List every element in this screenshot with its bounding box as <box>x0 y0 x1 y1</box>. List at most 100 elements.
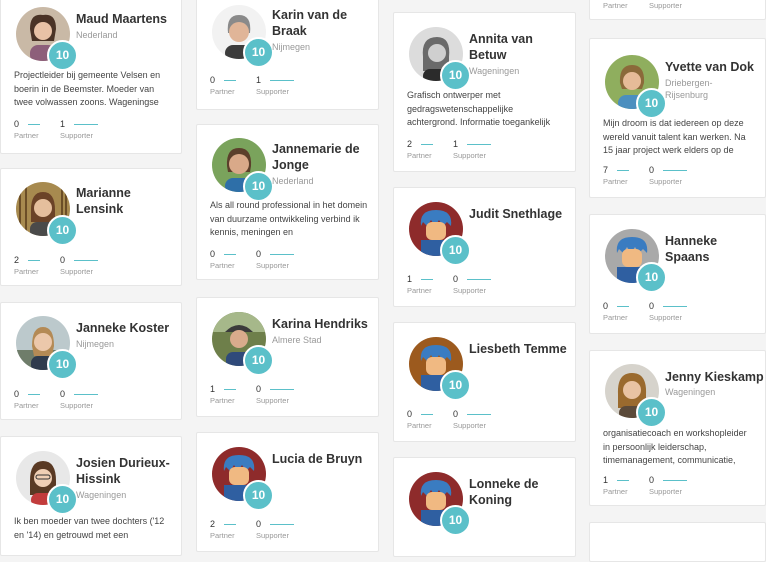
partner-label: Partner <box>14 267 39 276</box>
partner-count: 0 <box>603 301 609 311</box>
member-location: Nijmegen <box>76 339 115 349</box>
supporter-label: Supporter <box>649 177 682 186</box>
partner-stat: 0 Partner <box>603 301 629 322</box>
supporter-label: Supporter <box>60 131 93 140</box>
member-name[interactable]: Jannemarie de Jonge <box>272 141 372 173</box>
partner-label: Partner <box>603 177 628 186</box>
partner-label: Partner <box>210 261 235 270</box>
supporter-label: Supporter <box>649 313 682 322</box>
member-card[interactable]: 10 Jenny Kieskamp Wageningen organisatie… <box>589 350 766 506</box>
member-name[interactable]: Jenny Kieskamp <box>665 369 765 385</box>
supporter-count: 0 <box>60 389 66 399</box>
member-name[interactable]: Lucia de Bruyn <box>272 451 372 467</box>
member-card[interactable]: 10 Hanneke Spaans 0 Partner 0 Supporter <box>589 214 766 334</box>
member-card[interactable]: 10 Lucia de Bruyn 2 Partner 0 Supporter <box>196 432 379 552</box>
score-badge: 10 <box>440 60 471 91</box>
member-card[interactable]: 10 Yvette van Dok Driebergen-Rijsenburg … <box>589 38 766 198</box>
member-card[interactable]: 10 Liesbeth Temme 0 Partner 0 Supporter <box>393 322 576 442</box>
partner-label: Partner <box>603 487 628 496</box>
supporter-stat: 0 Supporter <box>256 519 294 540</box>
partner-count: 2 <box>407 139 413 149</box>
partner-count: 1 <box>603 475 609 485</box>
member-name[interactable]: Hanneke Spaans <box>665 233 765 265</box>
supporter-label: Supporter <box>60 267 93 276</box>
member-name[interactable]: Yvette van Dok <box>665 59 765 75</box>
member-description: Als all round professional in het domein… <box>210 200 368 237</box>
partner-count: 0 <box>14 119 20 129</box>
member-name[interactable]: Josien Durieux-Hissink <box>76 455 176 487</box>
score-badge: 10 <box>47 349 78 380</box>
member-name[interactable]: Karin van de Braak <box>272 7 372 39</box>
member-location: Nijmegen <box>272 42 311 52</box>
supporter-stat: 1 Supporter <box>453 139 491 160</box>
supporter-stat: 0 Supporter <box>453 409 491 430</box>
supporter-count: 1 <box>256 75 262 85</box>
member-card[interactable]: Partner Supporter <box>589 0 766 20</box>
partner-label: Partner <box>603 1 628 10</box>
partner-count: 1 <box>407 274 413 284</box>
member-card[interactable]: 10 Marianne Lensink 2 Partner 0 Supporter <box>0 168 182 286</box>
member-card[interactable]: 10 Karina Hendriks Almere Stad 1 Partner … <box>196 297 379 417</box>
supporter-count: 0 <box>649 165 655 175</box>
score-badge: 10 <box>440 505 471 536</box>
supporter-stat: 0 Supporter <box>649 301 687 322</box>
supporter-stat: 0 Supporter <box>649 165 687 186</box>
member-location: Wageningen <box>469 66 520 76</box>
partner-count: 0 <box>210 75 216 85</box>
partner-stat: 0 Partner <box>407 409 433 430</box>
member-location: Wageningen <box>665 387 716 397</box>
member-name[interactable]: Annita van Betuw <box>469 31 569 63</box>
member-location: Wageningen <box>76 490 127 500</box>
member-description: Projectleider bij gemeente Velsen en boe… <box>14 70 161 107</box>
member-card[interactable] <box>589 522 766 562</box>
partner-label: Partner <box>407 151 432 160</box>
member-name[interactable]: Lonneke de Koning <box>469 476 569 508</box>
supporter-label: Supporter <box>649 487 682 496</box>
supporter-count: 1 <box>453 139 459 149</box>
member-card[interactable]: 10 Lonneke de Koning <box>393 457 576 557</box>
partner-stat: 1 Partner <box>407 274 433 295</box>
member-card[interactable]: 10 Annita van Betuw Wageningen Grafisch … <box>393 12 576 172</box>
member-name[interactable]: Janneke Koster <box>76 320 176 336</box>
supporter-label: Supporter <box>60 401 93 410</box>
supporter-count: 0 <box>256 519 262 529</box>
member-name[interactable]: Maud Maartens <box>76 11 176 27</box>
partner-count: 2 <box>14 255 20 265</box>
partner-count: 0 <box>407 409 413 419</box>
member-name[interactable]: Karina Hendriks <box>272 316 372 332</box>
member-name[interactable]: Marianne Lensink <box>76 185 176 217</box>
partner-stat: 0 Partner <box>210 75 236 96</box>
partner-stat: 7 Partner <box>603 165 629 186</box>
supporter-stat: 0 Supporter <box>60 255 98 276</box>
partner-label: Partner <box>407 286 432 295</box>
supporter-count: 0 <box>256 249 262 259</box>
member-location: Nederland <box>76 30 118 40</box>
member-card[interactable]: 10 Karin van de Braak Nijmegen 0 Partner … <box>196 0 379 110</box>
member-description: Mijn droom is dat iedereen op deze werel… <box>603 118 746 155</box>
score-badge: 10 <box>243 171 274 202</box>
member-name[interactable]: Liesbeth Temme <box>469 341 569 357</box>
partner-label: Partner <box>14 401 39 410</box>
partner-label: Partner <box>210 87 235 96</box>
member-card[interactable]: 10 Janneke Koster Nijmegen 0 Partner 0 Sup… <box>0 302 182 420</box>
score-badge: 10 <box>243 480 274 511</box>
member-card[interactable]: 10 Maud Maartens Nederland Projectleider… <box>0 0 182 154</box>
supporter-count: 0 <box>60 255 66 265</box>
supporter-count: 0 <box>453 409 459 419</box>
supporter-stat: 1 Supporter <box>256 75 294 96</box>
member-name[interactable]: Judit Snethlage <box>469 206 569 222</box>
member-location: Driebergen-Rijsenburg <box>665 78 713 100</box>
member-card[interactable]: 10 Jannemarie de Jonge Nederland Als all… <box>196 124 379 280</box>
partner-label: Partner <box>407 421 432 430</box>
member-card[interactable]: 10 Josien Durieux-Hissink Wageningen Ik … <box>0 436 182 556</box>
supporter-label: Supporter <box>453 151 486 160</box>
score-badge: 10 <box>440 370 471 401</box>
partner-label: Partner <box>210 531 235 540</box>
supporter-label: Supporter <box>649 1 682 10</box>
partner-count: 0 <box>210 249 216 259</box>
partner-stat: 0 Partner <box>14 389 40 410</box>
partner-stat: 2 Partner <box>407 139 433 160</box>
score-badge: 10 <box>47 215 78 246</box>
supporter-label: Supporter <box>453 286 486 295</box>
member-card[interactable]: 10 Judit Snethlage 1 Partner 0 Supporter <box>393 187 576 307</box>
